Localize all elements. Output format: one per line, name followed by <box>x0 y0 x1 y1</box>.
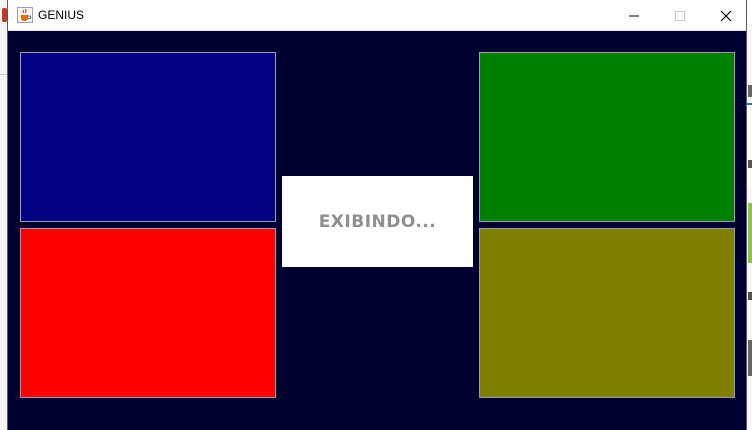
close-icon <box>720 10 732 21</box>
window-title: GENIUS <box>38 8 85 22</box>
title-bar[interactable]: GENIUS <box>8 0 746 31</box>
green-panel[interactable] <box>479 52 735 222</box>
close-button[interactable] <box>703 0 749 31</box>
maximize-icon <box>675 10 685 21</box>
yellow-panel[interactable] <box>479 228 735 398</box>
background-fragment <box>748 340 752 376</box>
status-label: EXIBINDO... <box>318 211 437 232</box>
background-fragment <box>748 85 752 97</box>
background-fragment <box>747 103 752 185</box>
status-display: EXIBINDO... <box>282 176 473 267</box>
blue-panel[interactable] <box>20 52 276 222</box>
java-cup-icon <box>17 7 33 23</box>
background-fragment <box>748 203 752 263</box>
background-fragment <box>748 160 752 168</box>
red-panel[interactable] <box>20 228 276 398</box>
minimize-icon <box>629 15 639 16</box>
maximize-button[interactable] <box>657 0 703 31</box>
genius-window: GENIUS EXIBINDO... <box>7 0 747 430</box>
background-fragment <box>748 292 752 300</box>
background-window-edge <box>0 0 7 430</box>
minimize-button[interactable] <box>611 0 657 31</box>
background-divider <box>0 74 7 75</box>
